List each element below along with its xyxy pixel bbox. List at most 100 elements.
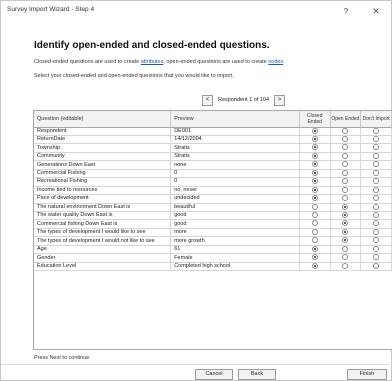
open-radio[interactable] xyxy=(342,220,349,227)
closed-radio[interactable] xyxy=(311,203,318,210)
preview-cell: beautiful xyxy=(170,203,300,213)
question-cell[interactable]: The types of development I would like to… xyxy=(34,228,172,238)
open-radio[interactable] xyxy=(342,127,349,134)
attributes-link[interactable]: attributes xyxy=(141,59,164,65)
open-cell xyxy=(330,135,362,145)
open-radio[interactable] xyxy=(342,152,349,159)
closed-radio[interactable] xyxy=(311,144,318,151)
page-description: Closed-ended questions are used to creat… xyxy=(34,59,285,65)
nodes-link[interactable]: nodes xyxy=(268,59,283,65)
dont-cell xyxy=(360,127,392,136)
dont-radio[interactable] xyxy=(373,186,380,193)
next-respondent-button[interactable]: > xyxy=(274,94,286,106)
question-cell[interactable]: Education Level xyxy=(34,262,172,272)
open-radio[interactable] xyxy=(342,195,349,202)
table-row: Respondent DE001 xyxy=(34,127,392,136)
open-cell xyxy=(330,262,362,272)
open-radio[interactable] xyxy=(342,245,349,252)
question-cell[interactable]: The types of development I would not lik… xyxy=(34,236,172,246)
respondent-navigator: < Respondent 1 of 104 > xyxy=(202,94,286,106)
table-row: Township Straits xyxy=(34,143,392,153)
question-cell[interactable]: The water quality Down East is xyxy=(34,211,172,221)
closed-radio[interactable] xyxy=(311,254,318,261)
open-radio[interactable] xyxy=(342,203,349,210)
dont-radio[interactable] xyxy=(373,127,380,134)
closed-radio[interactable] xyxy=(311,186,318,193)
open-radio[interactable] xyxy=(342,237,349,244)
closed-radio[interactable] xyxy=(311,169,318,176)
table-row: ReturnDate 14/12/2004 xyxy=(34,135,392,145)
open-cell xyxy=(330,127,362,136)
dont-radio[interactable] xyxy=(373,262,380,269)
dont-radio[interactable] xyxy=(373,161,380,168)
dont-radio[interactable] xyxy=(373,178,380,185)
open-radio[interactable] xyxy=(342,135,349,142)
table-row: Pace of development undecided xyxy=(34,194,392,204)
closed-radio[interactable] xyxy=(311,220,318,227)
dont-radio[interactable] xyxy=(373,228,380,235)
previous-respondent-button[interactable]: < xyxy=(202,94,213,106)
cancel-button[interactable]: Cancel xyxy=(195,369,233,380)
open-radio[interactable] xyxy=(342,254,349,261)
closed-cell xyxy=(299,211,331,221)
dont-radio[interactable] xyxy=(373,135,380,142)
closed-radio[interactable] xyxy=(311,161,318,168)
question-cell[interactable]: Recreational Fishing xyxy=(34,177,172,187)
dont-radio[interactable] xyxy=(373,203,380,210)
table-row: Age 61 xyxy=(34,245,392,255)
question-cell[interactable]: Gender xyxy=(34,253,172,263)
close-button[interactable]: ✕ xyxy=(367,4,385,19)
open-radio[interactable] xyxy=(342,178,349,185)
question-cell[interactable]: ReturnDate xyxy=(34,135,172,145)
dont-radio[interactable] xyxy=(373,212,380,219)
dont-radio[interactable] xyxy=(373,144,380,151)
question-cell[interactable]: Respondent xyxy=(34,127,172,136)
question-cell[interactable]: Commercial fishing Down East is xyxy=(34,219,172,229)
dont-radio[interactable] xyxy=(373,195,380,202)
dont-radio[interactable] xyxy=(373,220,380,227)
closed-cell xyxy=(299,236,331,246)
question-cell[interactable]: The natural environment Down East is xyxy=(34,203,172,213)
dont-radio[interactable] xyxy=(373,152,380,159)
open-radio[interactable] xyxy=(342,186,349,193)
closed-radio[interactable] xyxy=(311,245,318,252)
question-cell[interactable]: Pace of development xyxy=(34,194,172,204)
closed-radio[interactable] xyxy=(311,195,318,202)
back-button[interactable]: Back xyxy=(238,369,276,380)
dont-cell xyxy=(360,194,392,204)
open-radio[interactable] xyxy=(342,212,349,219)
question-cell[interactable]: Township xyxy=(34,143,172,153)
closed-radio[interactable] xyxy=(311,228,318,235)
closed-radio[interactable] xyxy=(311,152,318,159)
open-radio[interactable] xyxy=(342,169,349,176)
question-cell[interactable]: Generations Down East xyxy=(34,160,172,170)
dont-radio[interactable] xyxy=(373,237,380,244)
open-radio[interactable] xyxy=(342,228,349,235)
open-radio[interactable] xyxy=(342,144,349,151)
table-row: Income tied to resources no, never xyxy=(34,186,392,196)
help-button[interactable]: ? xyxy=(337,4,355,19)
open-radio[interactable] xyxy=(342,262,349,269)
question-cell[interactable]: Age xyxy=(34,245,172,255)
table-row: The water quality Down East is good xyxy=(34,211,392,221)
closed-radio[interactable] xyxy=(311,212,318,219)
dont-radio[interactable] xyxy=(373,254,380,261)
preview-cell: undecided xyxy=(170,194,300,204)
finish-button[interactable]: Finish xyxy=(347,369,387,380)
preview-cell: none xyxy=(170,160,300,170)
question-cell[interactable]: Income tied to resources xyxy=(34,186,172,196)
question-cell[interactable]: Commercial Fishing xyxy=(34,169,172,179)
open-radio[interactable] xyxy=(342,161,349,168)
closed-radio[interactable] xyxy=(311,237,318,244)
dont-cell xyxy=(360,219,392,229)
dont-radio[interactable] xyxy=(373,169,380,176)
dont-radio[interactable] xyxy=(373,245,380,252)
question-cell[interactable]: Community xyxy=(34,152,172,162)
dont-cell xyxy=(360,262,392,272)
closed-radio[interactable] xyxy=(311,262,318,269)
closed-radio[interactable] xyxy=(311,178,318,185)
dont-cell xyxy=(360,143,392,153)
status-text: Press Next to continue xyxy=(34,355,90,361)
closed-radio[interactable] xyxy=(311,135,318,142)
closed-radio[interactable] xyxy=(311,127,318,134)
